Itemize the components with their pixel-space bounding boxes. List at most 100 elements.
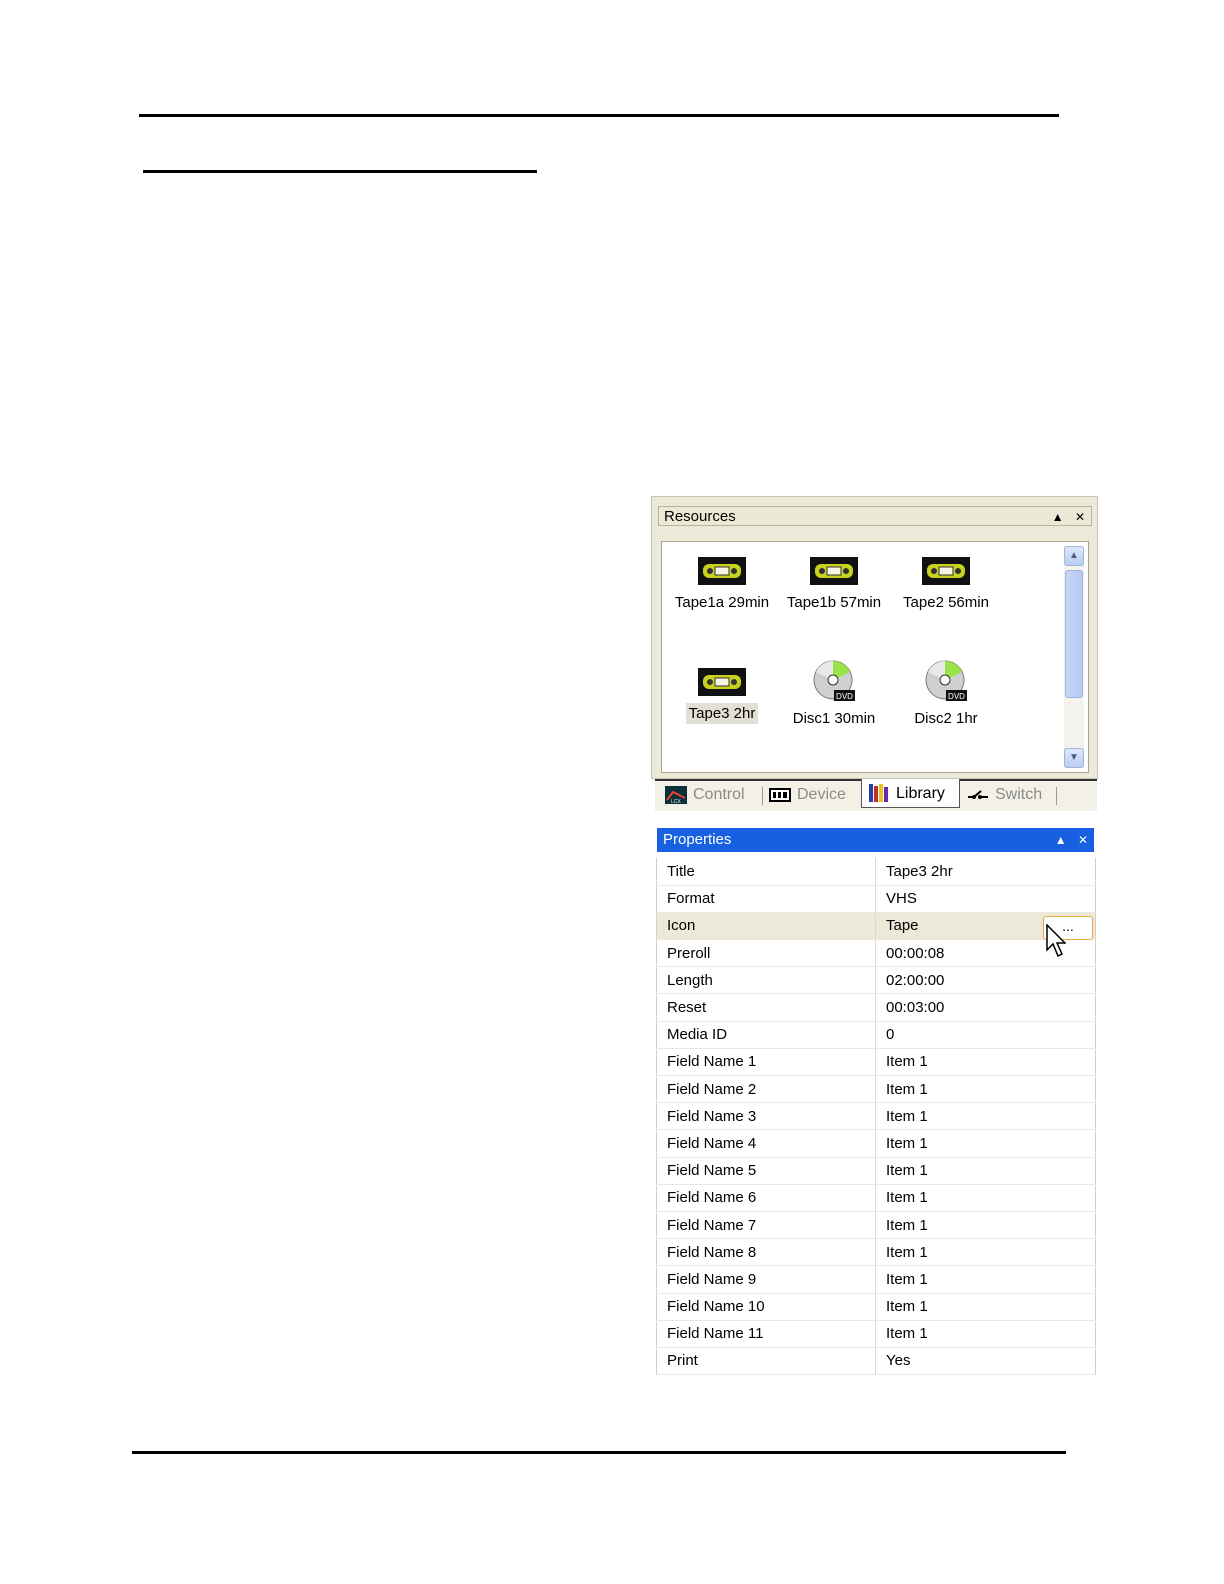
vertical-scrollbar[interactable]: ▲ ▼ <box>1064 546 1084 768</box>
property-row[interactable]: Field Name 6 Item 1 <box>656 1184 1096 1212</box>
property-row[interactable]: Preroll 00:00:08 <box>656 939 1096 968</box>
property-row[interactable]: Icon Tape <box>656 912 1096 941</box>
device-icon <box>769 788 791 802</box>
property-name: Field Name 5 <box>656 1157 876 1185</box>
property-value[interactable]: Item 1 <box>875 1184 1096 1212</box>
resources-list: Tape1a 29min Tape1b 57min Tape2 56min Ta… <box>661 541 1089 773</box>
property-value[interactable]: Item 1 <box>875 1157 1096 1185</box>
property-name: Field Name 1 <box>656 1048 876 1077</box>
property-row[interactable]: Field Name 10 Item 1 <box>656 1293 1096 1321</box>
scroll-thumb[interactable] <box>1065 570 1083 698</box>
control-icon: LCX <box>665 786 687 804</box>
property-value[interactable]: Item 1 <box>875 1102 1096 1131</box>
collapse-icon[interactable]: ▲ <box>1052 510 1064 524</box>
property-row[interactable]: Field Name 4 Item 1 <box>656 1129 1096 1158</box>
tab-label: Control <box>693 786 745 803</box>
top-divider <box>139 114 1059 117</box>
resources-header: Resources ▲ ✕ <box>658 506 1092 526</box>
property-name: Field Name 8 <box>656 1238 876 1267</box>
property-name: Field Name 3 <box>656 1102 876 1131</box>
property-name: Field Name 9 <box>656 1265 876 1294</box>
resource-item[interactable]: DVD Disc2 1hr <box>890 660 1002 729</box>
tab-label: Switch <box>995 786 1043 803</box>
bottom-divider <box>132 1451 1066 1454</box>
property-value[interactable]: 02:00:00 <box>875 966 1096 995</box>
vhs-tape-icon <box>698 557 746 585</box>
property-value[interactable]: Yes <box>875 1347 1096 1376</box>
property-row[interactable]: Title Tape3 2hr <box>656 858 1096 886</box>
property-name: Format <box>656 885 876 913</box>
property-name: Length <box>656 966 876 995</box>
property-row[interactable]: Field Name 1 Item 1 <box>656 1048 1096 1077</box>
property-name: Field Name 6 <box>656 1184 876 1212</box>
property-value[interactable]: Item 1 <box>875 1075 1096 1104</box>
property-value[interactable]: Item 1 <box>875 1048 1096 1077</box>
mouse-pointer-icon <box>1046 924 1066 958</box>
property-row[interactable]: Format VHS <box>656 885 1096 913</box>
collapse-icon[interactable]: ▲ <box>1055 833 1067 847</box>
property-row[interactable]: Field Name 3 Item 1 <box>656 1102 1096 1131</box>
resource-item[interactable]: Tape2 56min <box>890 556 1002 613</box>
property-value[interactable]: 00:03:00 <box>875 993 1096 1022</box>
property-row[interactable]: Media ID 0 <box>656 1021 1096 1049</box>
property-value[interactable]: Item 1 <box>875 1320 1096 1348</box>
close-icon[interactable]: ✕ <box>1075 510 1085 524</box>
property-name: Icon <box>656 912 876 941</box>
vhs-tape-icon <box>810 557 858 585</box>
scroll-up-icon[interactable]: ▲ <box>1064 546 1084 566</box>
tab-library[interactable]: Library <box>861 779 960 808</box>
property-name: Reset <box>656 993 876 1022</box>
svg-text:LCX: LCX <box>671 799 681 804</box>
property-value[interactable]: 0 <box>875 1021 1096 1049</box>
panel-tabbar: LCX Control Device Library Switch <box>655 779 1097 811</box>
property-row[interactable]: Field Name 11 Item 1 <box>656 1320 1096 1348</box>
property-name: Preroll <box>656 939 876 968</box>
property-name: Print <box>656 1347 876 1376</box>
property-value[interactable]: Item 1 <box>875 1293 1096 1321</box>
property-value[interactable]: Item 1 <box>875 1265 1096 1294</box>
property-row[interactable]: Field Name 5 Item 1 <box>656 1157 1096 1185</box>
properties-title: Properties <box>663 831 732 848</box>
property-value[interactable]: VHS <box>875 885 1096 913</box>
tab-control[interactable]: LCX Control <box>659 783 757 807</box>
property-value[interactable]: Item 1 <box>875 1129 1096 1158</box>
property-row[interactable]: Field Name 8 Item 1 <box>656 1238 1096 1267</box>
resource-item[interactable]: Tape1a 29min <box>666 556 778 613</box>
tab-label: Device <box>797 786 846 803</box>
resource-label: Disc1 30min <box>792 710 876 727</box>
property-row[interactable]: Field Name 7 Item 1 <box>656 1211 1096 1240</box>
tab-switch[interactable]: Switch <box>961 783 1057 807</box>
resource-label: Tape2 56min <box>903 594 989 611</box>
property-name: Field Name 7 <box>656 1211 876 1240</box>
vhs-tape-icon <box>922 557 970 585</box>
properties-grid: Title Tape3 2hr Format VHS Icon Tape Preroll 00… <box>656 858 1096 1376</box>
library-icon <box>869 784 888 802</box>
svg-text:DVD: DVD <box>836 692 853 701</box>
resource-label: Tape3 2hr <box>685 703 759 724</box>
tab-label: Library <box>896 785 945 802</box>
vhs-tape-icon <box>698 668 746 696</box>
properties-header: Properties ▲ ✕ <box>657 828 1094 852</box>
close-icon[interactable]: ✕ <box>1078 833 1088 847</box>
svg-text:DVD: DVD <box>948 692 965 701</box>
dvd-disc-icon: DVD <box>925 660 967 701</box>
property-row[interactable]: Reset 00:03:00 <box>656 993 1096 1022</box>
property-row[interactable]: Field Name 9 Item 1 <box>656 1265 1096 1294</box>
resource-item[interactable]: DVD Disc1 30min <box>778 660 890 729</box>
resource-item[interactable]: Tape1b 57min <box>778 556 890 613</box>
property-value[interactable]: Item 1 <box>875 1211 1096 1240</box>
property-row[interactable]: Print Yes <box>656 1347 1096 1376</box>
switch-icon <box>968 790 988 799</box>
property-name: Media ID <box>656 1021 876 1049</box>
property-name: Field Name 10 <box>656 1293 876 1321</box>
scroll-down-icon[interactable]: ▼ <box>1064 748 1084 768</box>
property-row[interactable]: Field Name 2 Item 1 <box>656 1075 1096 1104</box>
tab-device[interactable]: Device <box>763 783 859 807</box>
resource-label: Disc2 1hr <box>914 710 978 727</box>
property-value[interactable]: Item 1 <box>875 1238 1096 1267</box>
property-row[interactable]: Length 02:00:00 <box>656 966 1096 995</box>
resource-item-selected[interactable]: Tape3 2hr <box>666 667 778 724</box>
heading-underline <box>143 170 537 173</box>
tab-separator <box>1056 787 1057 805</box>
property-value[interactable]: Tape3 2hr <box>875 858 1096 886</box>
